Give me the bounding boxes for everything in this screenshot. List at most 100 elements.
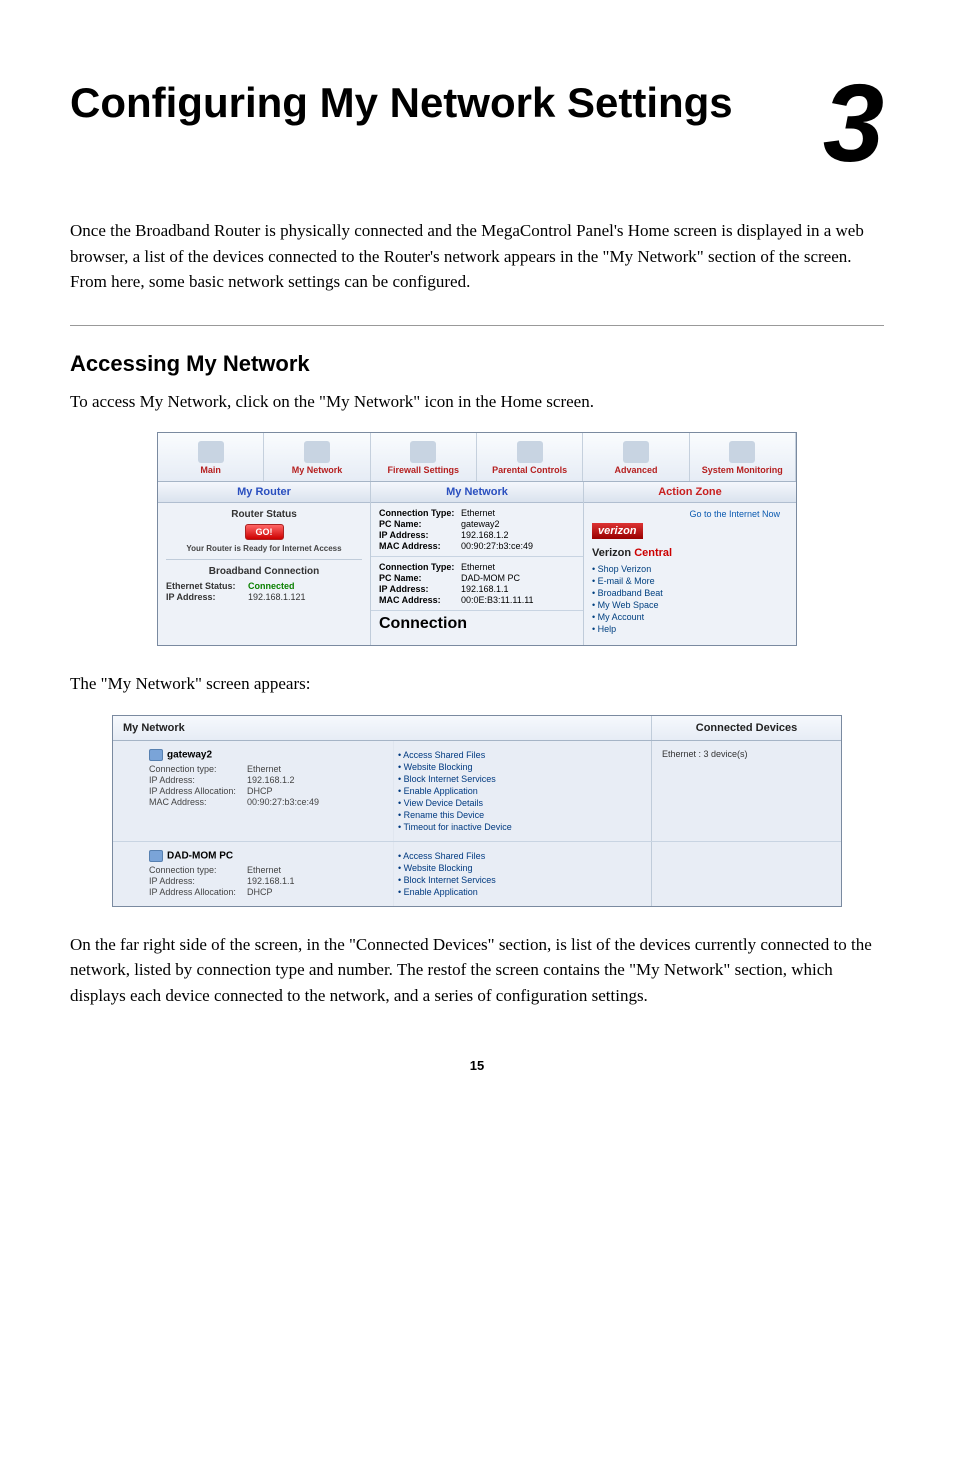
verizon-logo: verizon [592, 523, 643, 539]
pcname-value: DAD-MOM PC [461, 573, 575, 583]
ip-key: IP Address: [166, 592, 248, 602]
action-link[interactable]: Access Shared Files [398, 850, 647, 862]
tab-label: System Monitoring [702, 465, 783, 475]
vcentral-word1: Verizon [592, 547, 631, 559]
body-para-2: The "My Network" screen appears: [70, 671, 884, 697]
intro-paragraph: Once the Broadband Router is physically … [70, 218, 884, 295]
tab-system-monitoring[interactable]: System Monitoring [690, 433, 796, 481]
action-link[interactable]: Website Blocking [398, 862, 647, 874]
action-link[interactable]: Enable Application [398, 785, 647, 797]
action-link[interactable]: Shop Verizon [592, 563, 788, 575]
action-link[interactable]: My Web Space [592, 599, 788, 611]
firewall-icon [410, 441, 436, 463]
eth-status-value: Connected [248, 581, 362, 591]
pcname-value: gateway2 [461, 519, 575, 529]
pc-icon [149, 850, 163, 862]
connected-eth-line: Ethernet : 3 device(s) [662, 749, 748, 759]
page-number: 15 [70, 1058, 884, 1073]
conn-type-value: Ethernet [461, 508, 575, 518]
ip-key: IP Address: [149, 876, 247, 886]
eth-status-key: Ethernet Status: [166, 581, 248, 591]
action-link[interactable]: My Account [592, 611, 788, 623]
chapter-header: Configuring My Network Settings 3 [70, 80, 884, 168]
tab-label: Parental Controls [492, 465, 567, 475]
alloc-key: IP Address Allocation: [149, 887, 247, 897]
pc-icon [149, 749, 163, 761]
ip-value: 192.168.1.2 [461, 530, 575, 540]
screenshot-my-network: My Network Connected Devices gateway2 Co… [112, 715, 842, 907]
connection-label: Connection [371, 611, 583, 637]
ct-value: Ethernet [247, 865, 281, 875]
nav-tabs: Main My Network Firewall Settings Parent… [158, 433, 796, 482]
goto-internet-link[interactable]: Go to the Internet Now [592, 509, 788, 519]
chapter-title: Configuring My Network Settings [70, 80, 793, 126]
vcentral-word2: Central [634, 547, 672, 559]
section-heading: Accessing My Network [70, 351, 884, 377]
action-link[interactable]: Block Internet Services [398, 773, 647, 785]
action-link[interactable]: E-mail & More [592, 575, 788, 587]
column-header: Action Zone [584, 482, 796, 503]
connected-devices-panel: Ethernet : 3 device(s) [651, 741, 841, 841]
action-zone-column: Action Zone Go to the Internet Now veriz… [584, 482, 796, 645]
ct-value: Ethernet [247, 764, 281, 774]
device-actions: Access Shared Files Website Blocking Blo… [393, 741, 651, 841]
conn-type-key: Connection Type: [379, 508, 461, 518]
tab-my-network[interactable]: My Network [264, 433, 370, 481]
router-ready-label: Your Router is Ready for Internet Access [166, 544, 362, 553]
go-button[interactable]: GO! [245, 524, 284, 540]
action-link[interactable]: Access Shared Files [398, 749, 647, 761]
action-link[interactable]: Rename this Device [398, 809, 647, 821]
pcname-key: PC Name: [379, 573, 461, 583]
ip-key: IP Address: [379, 584, 461, 594]
action-link[interactable]: Website Blocking [398, 761, 647, 773]
column-header: My Network [371, 482, 583, 503]
ip-value: 192.168.1.1 [247, 876, 295, 886]
action-link[interactable]: Broadband Beat [592, 587, 788, 599]
connected-devices-panel-empty [651, 842, 841, 906]
my-network-title: My Network [113, 716, 651, 740]
ip-value: 192.168.1.121 [248, 592, 362, 602]
tab-main[interactable]: Main [158, 433, 264, 481]
action-link[interactable]: Help [592, 623, 788, 635]
conn-type-key: Connection Type: [379, 562, 461, 572]
chapter-number: 3 [823, 80, 884, 168]
screenshot-home-screen: Main My Network Firewall Settings Parent… [157, 432, 797, 646]
device-row: DAD-MOM PC Connection type:Ethernet IP A… [113, 842, 841, 906]
mac-value: 00:90:27:b3:ce:49 [247, 797, 319, 807]
tab-label: Advanced [614, 465, 657, 475]
tab-label: My Network [292, 465, 343, 475]
action-link-list: Shop Verizon E-mail & More Broadband Bea… [592, 563, 788, 635]
device-name: DAD-MOM PC [167, 850, 233, 861]
section-divider [70, 325, 884, 326]
main-icon [198, 441, 224, 463]
conn-type-value: Ethernet [461, 562, 575, 572]
body-para-1: To access My Network, click on the "My N… [70, 389, 884, 415]
ct-key: Connection type: [149, 764, 247, 774]
action-link[interactable]: Enable Application [398, 886, 647, 898]
network-icon [304, 441, 330, 463]
pcname-key: PC Name: [379, 519, 461, 529]
tab-parental[interactable]: Parental Controls [477, 433, 583, 481]
ip-key: IP Address: [379, 530, 461, 540]
device-actions: Access Shared Files Website Blocking Blo… [393, 842, 651, 906]
ip-value: 192.168.1.1 [461, 584, 575, 594]
action-link[interactable]: Block Internet Services [398, 874, 647, 886]
mac-key: MAC Address: [149, 797, 247, 807]
my-router-column: My Router Router Status GO! Your Router … [158, 482, 371, 645]
action-link[interactable]: Timeout for inactive Device [398, 821, 647, 833]
mac-value: 00:0E:B3:11.11.11 [461, 595, 575, 605]
ip-key: IP Address: [149, 775, 247, 785]
my-network-column: My Network Connection Type:Ethernet PC N… [371, 482, 584, 645]
tab-firewall[interactable]: Firewall Settings [371, 433, 477, 481]
action-link[interactable]: View Device Details [398, 797, 647, 809]
tab-label: Firewall Settings [388, 465, 460, 475]
tab-advanced[interactable]: Advanced [583, 433, 689, 481]
mac-key: MAC Address: [379, 541, 461, 551]
alloc-key: IP Address Allocation: [149, 786, 247, 796]
broadband-title: Broadband Connection [166, 566, 362, 577]
device-name: gateway2 [167, 749, 212, 760]
column-header: My Router [158, 482, 370, 503]
connected-devices-title: Connected Devices [651, 716, 841, 740]
alloc-value: DHCP [247, 887, 273, 897]
device-row: gateway2 Connection type:Ethernet IP Add… [113, 741, 841, 842]
